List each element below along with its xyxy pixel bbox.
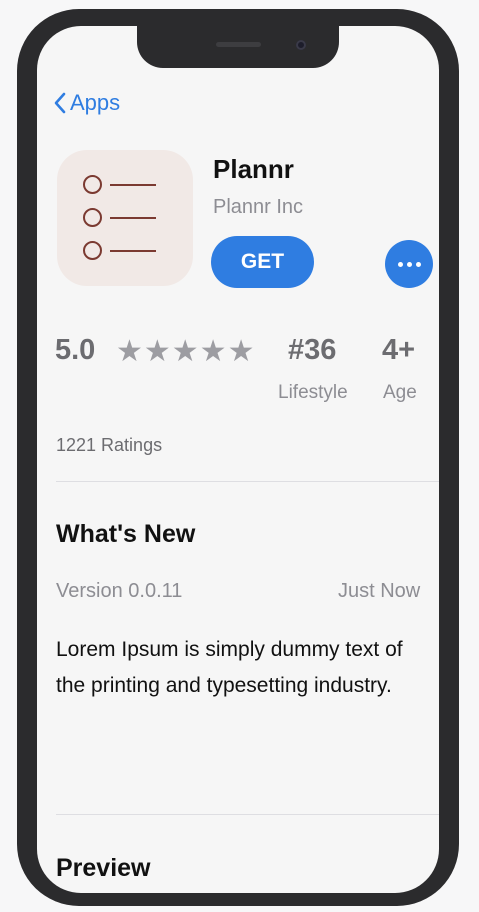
app-icon	[57, 150, 193, 286]
divider	[56, 814, 439, 815]
list-icon-row	[83, 208, 156, 227]
ellipsis-icon	[397, 261, 403, 267]
ratings-count: 1221 Ratings	[56, 435, 163, 455]
version-label: Version 0.0.11	[56, 580, 183, 602]
phone-frame: Apps Plannr Plannr Inc GET 5.0 ★★★★★ #36…	[17, 9, 459, 906]
back-label: Apps	[70, 90, 121, 115]
age-rating: 4+	[382, 334, 416, 366]
update-time: Just Now	[338, 580, 421, 602]
whats-new-heading: What's New	[56, 520, 196, 548]
list-icon-row	[83, 241, 156, 260]
app-name: Plannr	[213, 154, 294, 184]
rank-category: Lifestyle	[278, 382, 348, 403]
back-button[interactable]: Apps	[53, 90, 120, 116]
more-button[interactable]	[385, 240, 433, 288]
developer-name[interactable]: Plannr Inc	[213, 196, 303, 219]
age-label: Age	[383, 382, 417, 403]
speaker	[216, 42, 261, 47]
chevron-left-icon	[54, 92, 66, 114]
release-notes: Lorem Ipsum is simply dummy text of the …	[56, 638, 403, 697]
chart-rank: #36	[288, 334, 337, 366]
get-button[interactable]: GET	[211, 236, 314, 288]
camera-icon	[296, 40, 306, 50]
preview-heading: Preview	[56, 854, 151, 882]
divider	[56, 481, 439, 482]
notch	[137, 26, 339, 68]
app-store-screen: Apps Plannr Plannr Inc GET 5.0 ★★★★★ #36…	[37, 26, 439, 893]
list-icon-row	[83, 175, 156, 194]
star-rating: ★★★★★	[116, 335, 256, 368]
rating-value: 5.0	[55, 334, 96, 366]
